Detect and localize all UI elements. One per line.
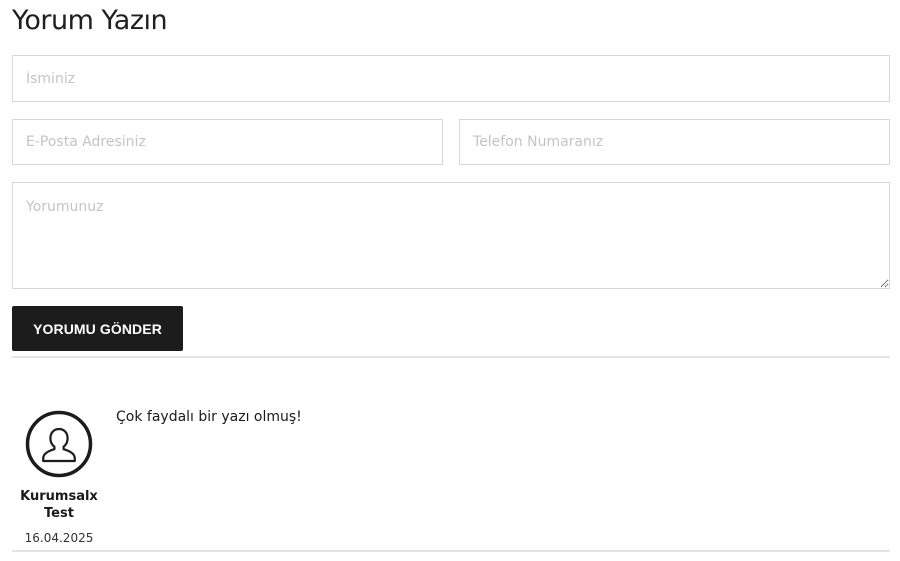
user-icon bbox=[25, 410, 93, 478]
comment-text: Çok faydalı bir yazı olmuş! bbox=[116, 409, 302, 425]
phone-input[interactable] bbox=[459, 119, 890, 165]
comment-author-first: Kurumsalx bbox=[20, 489, 98, 504]
comment-date: 16.04.2025 bbox=[24, 531, 94, 545]
form-title: Yorum Yazın bbox=[12, 5, 168, 36]
comment-author-block: Kurumsalx Test 16.04.2025 bbox=[12, 410, 106, 546]
email-input[interactable] bbox=[12, 119, 443, 165]
submit-comment-button[interactable]: YORUMU GÖNDER bbox=[12, 306, 183, 351]
divider bbox=[12, 550, 890, 552]
name-input[interactable] bbox=[12, 55, 890, 102]
comment-author: Kurumsalx Test bbox=[12, 488, 106, 522]
comment-textarea[interactable] bbox=[12, 182, 890, 289]
comment-author-last: Test bbox=[44, 506, 74, 521]
comment-item: Kurumsalx Test 16.04.2025 Çok faydalı bir… bbox=[12, 400, 890, 550]
divider bbox=[12, 356, 890, 358]
